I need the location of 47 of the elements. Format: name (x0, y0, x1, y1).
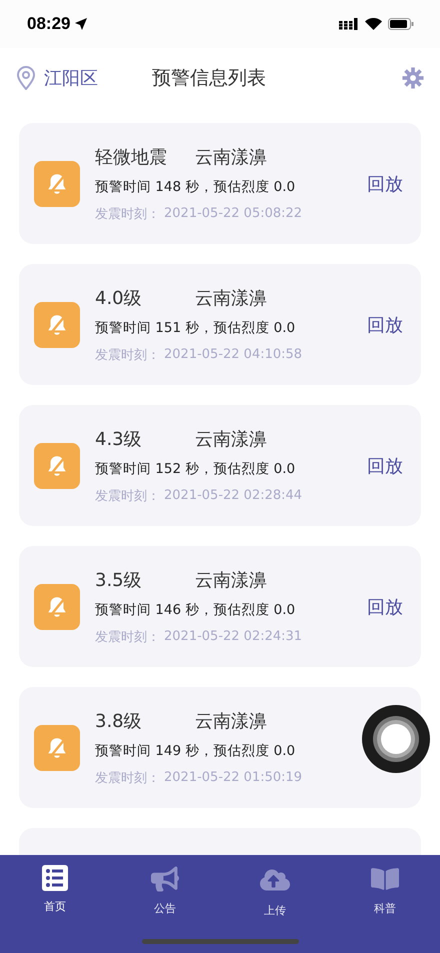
quake-time: 2021-05-22 05:08:22 (164, 206, 302, 221)
place-text: 云南漾濞 (195, 286, 267, 310)
magnitude-text: 3.5级 (95, 568, 143, 592)
time-label: 发震时刻： (95, 346, 160, 364)
signal-icon (339, 18, 359, 30)
location-label[interactable]: 江阳区 (44, 66, 98, 90)
warning-text: 预警时间 149 秒，预估烈度 0.0 (95, 742, 296, 760)
settings-icon[interactable] (402, 67, 424, 89)
time-label: 发震时刻： (95, 206, 160, 222)
place-text: 云南漾濞 (195, 710, 267, 732)
replay-button[interactable]: 回放 (367, 454, 403, 478)
place-text: 云南漾濞 (195, 428, 267, 450)
warning-text: 预警时间 151 秒，预估烈度 0.0 (95, 318, 296, 336)
alert-card[interactable]: 3.8级 云南漾濞 预警时间 149 秒，预估烈度 0.0 发震时刻： 2021-05-22 01:50:19 (19, 687, 421, 808)
battery-icon (388, 18, 414, 30)
warning-text: 预警时间 148 秒，预估烈度 0.0 (95, 178, 296, 196)
replay-button[interactable]: 回放 (367, 312, 403, 336)
location-arrow-icon (75, 18, 88, 30)
replay-button[interactable]: 回放 (367, 594, 403, 618)
magnitude-text: 4.3级 (95, 428, 143, 450)
status-time: 08:29 (27, 14, 70, 34)
alert-card[interactable]: 3.5级 云南漾濞 预警时间 146 秒，预估烈度 0.0 发震时刻： 2021-05-22 02:24:31 回放 (19, 546, 421, 667)
quake-time: 2021-05-22 02:24:31 (164, 629, 302, 644)
place-text: 云南漾濞 (195, 568, 267, 592)
warning-text: 预警时间 146 秒，预估烈度 0.0 (95, 600, 296, 618)
place-text: 云南漾濞 (195, 146, 267, 168)
magnitude-text: 3.8级 (95, 710, 143, 732)
alert-card[interactable]: 4.0级 云南漾濞 预警时间 151 秒，预估烈度 0.0 发震时刻： 2021-05-22 04:10:58 回放 (19, 264, 421, 385)
magnitude-text: 4.0级 (95, 286, 143, 310)
warning-text: 预警时间 152 秒，预估烈度 0.0 (95, 460, 296, 478)
alert-card[interactable]: 轻微地震 云南漾濞 预警时间 148 秒，预估烈度 0.0 发震时刻： 2021-05-22 05:08:22 回放 (19, 123, 421, 244)
location-pin-icon (16, 66, 36, 90)
tab[interactable]: 公告 (130, 865, 200, 916)
tab[interactable]: 上传 (240, 865, 310, 918)
replay-button[interactable]: 回放 (367, 172, 403, 196)
time-label: 发震时刻： (95, 770, 160, 786)
tab[interactable]: 首页 (20, 865, 90, 914)
alert-card[interactable]: 4.3级 云南漾濞 预警时间 152 秒，预估烈度 0.0 发震时刻： 2021-05-22 02:28:44 回放 (19, 405, 421, 526)
quake-time: 2021-05-22 02:28:44 (164, 488, 302, 503)
wifi-icon (365, 18, 382, 30)
quake-time: 2021-05-22 04:10:58 (164, 347, 302, 362)
magnitude-text: 轻微地震 (95, 146, 168, 168)
page-title: 预警信息列表 (152, 66, 267, 91)
quake-time: 2021-05-22 01:50:19 (164, 770, 302, 785)
tab[interactable]: 科普 (350, 865, 420, 916)
time-label: 发震时刻： (95, 628, 160, 646)
time-label: 发震时刻： (95, 488, 160, 504)
